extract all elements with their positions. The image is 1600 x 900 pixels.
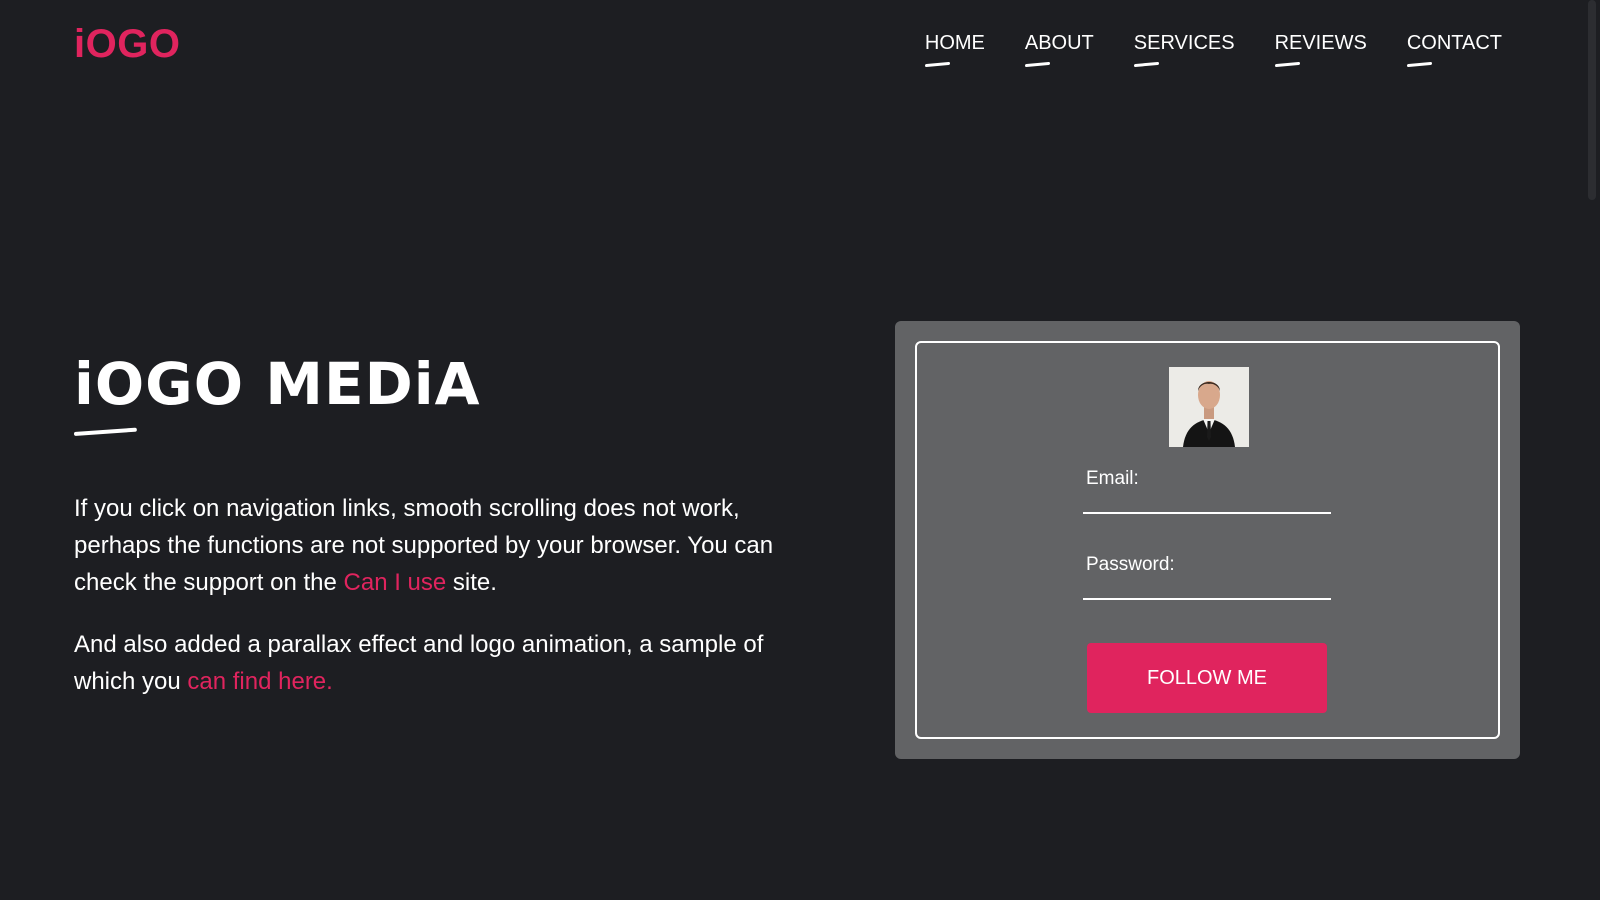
profile-photo-icon bbox=[1169, 367, 1249, 447]
password-field: Password: bbox=[1083, 552, 1331, 600]
hero-paragraph-2: And also added a parallax effect and log… bbox=[74, 626, 814, 700]
email-field: Email: bbox=[1083, 466, 1331, 514]
logo-link[interactable]: iOGO bbox=[74, 22, 180, 67]
email-label: Email: bbox=[1086, 468, 1139, 489]
hero-p2-text: And also added a parallax effect and log… bbox=[74, 631, 764, 695]
scrollbar-thumb[interactable] bbox=[1588, 0, 1596, 200]
find-here-link[interactable]: can find here. bbox=[187, 668, 332, 695]
nav-services[interactable]: SERVICES bbox=[1133, 32, 1235, 68]
page: iOGO HOME ABOUT SERVICES REVIEWS CONTACT… bbox=[0, 0, 1600, 900]
hero-paragraph-1: If you click on navigation links, smooth… bbox=[74, 490, 814, 601]
nav-reviews-label: REVIEWS bbox=[1274, 32, 1367, 54]
hero-title-underline bbox=[73, 427, 137, 436]
can-i-use-link[interactable]: Can I use bbox=[344, 569, 447, 596]
main-nav: HOME ABOUT SERVICES REVIEWS CONTACT bbox=[924, 32, 1502, 68]
nav-underline bbox=[1406, 61, 1432, 68]
avatar bbox=[1169, 367, 1249, 447]
nav-reviews[interactable]: REVIEWS bbox=[1274, 32, 1367, 68]
nav-home[interactable]: HOME bbox=[924, 32, 985, 68]
hero-p1-end: site. bbox=[446, 569, 497, 596]
nav-services-label: SERVICES bbox=[1133, 32, 1235, 54]
follow-form-card: Email: Password: FOLLOW ME bbox=[895, 321, 1520, 759]
nav-about-label: ABOUT bbox=[1024, 32, 1094, 54]
password-label: Password: bbox=[1086, 554, 1175, 575]
follow-me-button[interactable]: FOLLOW ME bbox=[1087, 643, 1327, 713]
nav-underline bbox=[924, 61, 950, 68]
scrollbar[interactable] bbox=[1584, 0, 1600, 900]
password-input[interactable] bbox=[1083, 578, 1331, 598]
follow-form: Email: Password: FOLLOW ME bbox=[915, 341, 1500, 739]
nav-underline bbox=[1274, 61, 1300, 68]
email-input[interactable] bbox=[1083, 492, 1331, 512]
nav-about[interactable]: ABOUT bbox=[1024, 32, 1094, 68]
nav-home-label: HOME bbox=[924, 32, 985, 54]
hero-title: iOGO MEDiA bbox=[74, 350, 481, 418]
nav-contact-label: CONTACT bbox=[1406, 32, 1502, 54]
nav-contact[interactable]: CONTACT bbox=[1406, 32, 1502, 68]
nav-underline bbox=[1024, 61, 1050, 68]
nav-underline bbox=[1133, 61, 1159, 68]
